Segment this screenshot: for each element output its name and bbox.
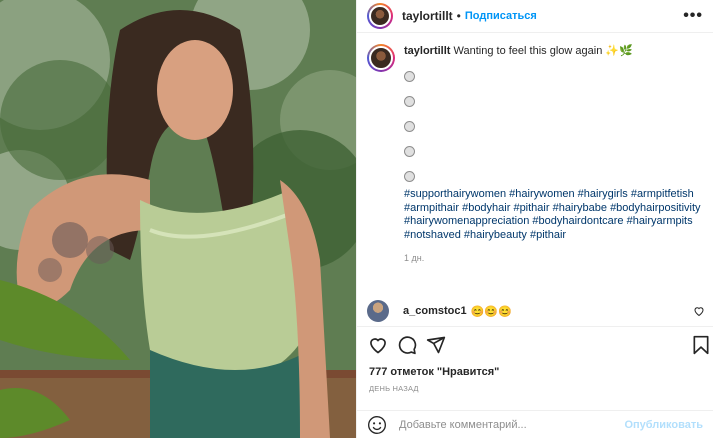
likes-count[interactable]: 777 отметок "Нравится": [369, 366, 499, 378]
comment-input[interactable]: [399, 418, 625, 431]
post-header: taylortillt • Подписаться •••: [357, 0, 713, 33]
comment-row: a_comstoc1 😊😊😊: [367, 300, 705, 322]
blank-emoji-icon: [404, 121, 415, 132]
comment-icon[interactable]: [397, 335, 417, 355]
more-options-icon[interactable]: •••: [683, 8, 703, 24]
comment-like-icon[interactable]: [693, 305, 705, 317]
comments-section: taylortillt Wanting to feel this glow ag…: [367, 44, 705, 266]
comment-text: 😊😊😊: [470, 305, 512, 318]
bookmark-icon[interactable]: [691, 335, 711, 355]
blank-emoji-icon: [404, 96, 415, 107]
hashtags[interactable]: #supporthairywomen #hairywomen #hairygir…: [404, 188, 704, 242]
follow-button[interactable]: Подписаться: [465, 10, 537, 22]
post-panel: taylortillt • Подписаться ••• taylortill…: [356, 0, 713, 438]
add-comment-bar: Опубликовать: [357, 410, 713, 438]
action-bar: [357, 326, 713, 358]
caption-timestamp: 1 дн.: [404, 253, 425, 263]
caption: taylortillt Wanting to feel this glow ag…: [367, 44, 705, 266]
post-timestamp: ДЕНЬ НАЗАД: [369, 384, 419, 393]
caption-username[interactable]: taylortillt: [404, 45, 450, 57]
author-username[interactable]: taylortillt: [402, 9, 453, 23]
separator-dot: •: [456, 9, 461, 23]
blank-emoji-icon: [404, 171, 415, 182]
blank-emoji-icon: [404, 71, 415, 82]
heart-icon[interactable]: [368, 335, 388, 355]
post-image: [0, 0, 356, 438]
publish-button[interactable]: Опубликовать: [624, 419, 703, 431]
smiley-icon[interactable]: [367, 415, 387, 435]
author-avatar[interactable]: [367, 3, 393, 29]
commenter-avatar[interactable]: [367, 300, 389, 322]
caption-avatar[interactable]: [367, 44, 395, 72]
commenter-username[interactable]: a_comstoc1: [403, 305, 467, 317]
blank-emoji-icon: [404, 146, 415, 157]
paper-plane-icon[interactable]: [426, 335, 446, 355]
caption-text: Wanting to feel this glow again ✨🌿: [453, 45, 633, 57]
post-photo[interactable]: [0, 0, 356, 438]
